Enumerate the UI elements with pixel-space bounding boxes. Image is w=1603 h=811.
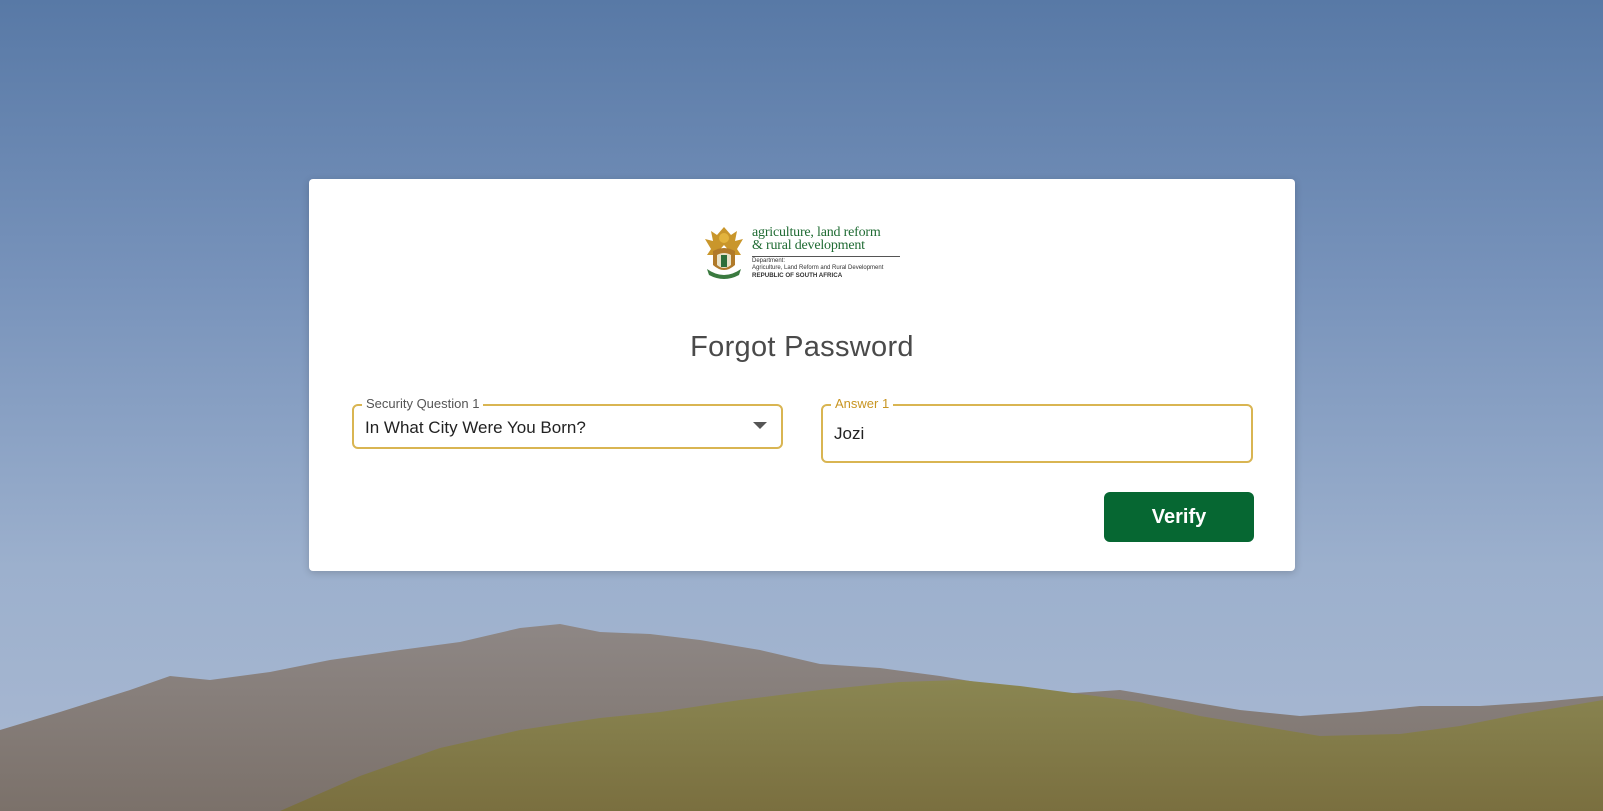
answer-field-container: Answer 1 [821,396,1253,463]
security-question-select[interactable]: Security Question 1 In What City Were Yo… [352,396,783,449]
page-title: Forgot Password [690,331,914,363]
coat-of-arms-icon [705,227,743,279]
verify-button[interactable]: Verify [1104,492,1254,542]
logo-line-2: & rural development [752,238,865,253]
forgot-password-card: agriculture, land reform & rural develop… [309,179,1295,571]
answer-input[interactable] [834,424,1234,444]
security-question-label: Security Question 1 [362,396,484,412]
answer-label: Answer 1 [831,396,894,412]
dropdown-arrow-icon[interactable] [753,422,767,429]
logo-department-label: Department: [752,258,786,264]
logo-country: REPUBLIC OF SOUTH AFRICA [752,272,843,279]
security-question-value: In What City Were You Born? [365,418,586,437]
logo-department-name: Agriculture, Land Reform and Rural Devel… [752,265,884,271]
logo-divider [752,256,900,257]
department-logo: agriculture, land reform & rural develop… [703,225,901,281]
